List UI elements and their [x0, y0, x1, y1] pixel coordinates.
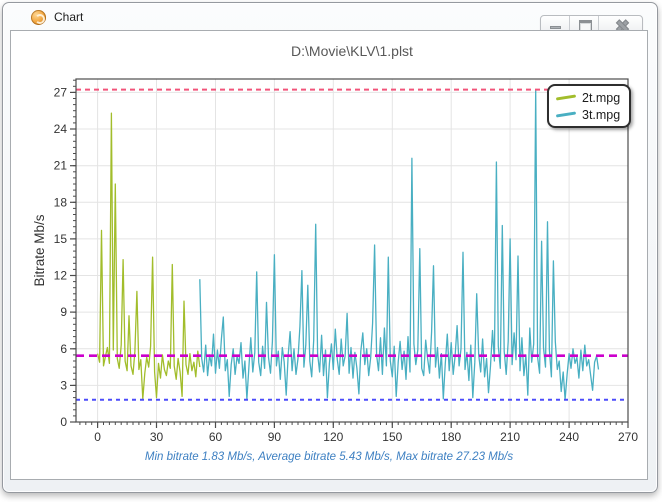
svg-text:60: 60	[209, 430, 223, 444]
svg-text:0: 0	[94, 430, 101, 444]
bitrate-stats-caption: Min bitrate 1.83 Mb/s, Average bitrate 5…	[11, 451, 647, 463]
svg-text:210: 210	[500, 430, 520, 444]
title-bar[interactable]: Chart	[3, 3, 657, 31]
series-2t-line-sample	[556, 94, 576, 100]
svg-text:21: 21	[54, 159, 68, 173]
svg-text:27: 27	[54, 85, 68, 99]
svg-text:9: 9	[60, 305, 67, 319]
legend-item-3t[interactable]: 3t.mpg	[556, 106, 620, 123]
svg-text:0: 0	[60, 415, 67, 429]
svg-text:270: 270	[618, 430, 638, 444]
svg-text:120: 120	[323, 430, 343, 444]
svg-text:6: 6	[60, 342, 67, 356]
svg-text:150: 150	[382, 430, 402, 444]
minimize-icon	[550, 26, 561, 29]
svg-text:240: 240	[559, 430, 579, 444]
svg-text:12: 12	[54, 269, 68, 283]
series-3t-line-sample	[556, 111, 576, 117]
legend: 2t.mpg 3t.mpg	[547, 84, 631, 128]
svg-text:180: 180	[441, 430, 461, 444]
app-icon	[31, 10, 46, 25]
svg-text:24: 24	[54, 122, 68, 136]
legend-label-3t: 3t.mpg	[582, 108, 620, 122]
screen: Chart D:\Movie\KLV\1.plst 03060901201501…	[0, 0, 662, 502]
chart-window: Chart D:\Movie\KLV\1.plst 03060901201501…	[2, 2, 658, 493]
legend-label-2t: 2t.mpg	[582, 91, 620, 105]
legend-item-2t[interactable]: 2t.mpg	[556, 89, 620, 106]
svg-text:90: 90	[268, 430, 282, 444]
svg-text:18: 18	[54, 195, 68, 209]
y-axis-label: Bitrate Mb/s	[32, 214, 47, 286]
svg-text:3: 3	[60, 378, 67, 392]
svg-text:30: 30	[150, 430, 164, 444]
close-icon	[615, 19, 627, 31]
window-title: Chart	[54, 10, 83, 24]
chart-client-area: D:\Movie\KLV\1.plst 03060901201501802102…	[10, 30, 648, 480]
svg-text:15: 15	[54, 232, 68, 246]
